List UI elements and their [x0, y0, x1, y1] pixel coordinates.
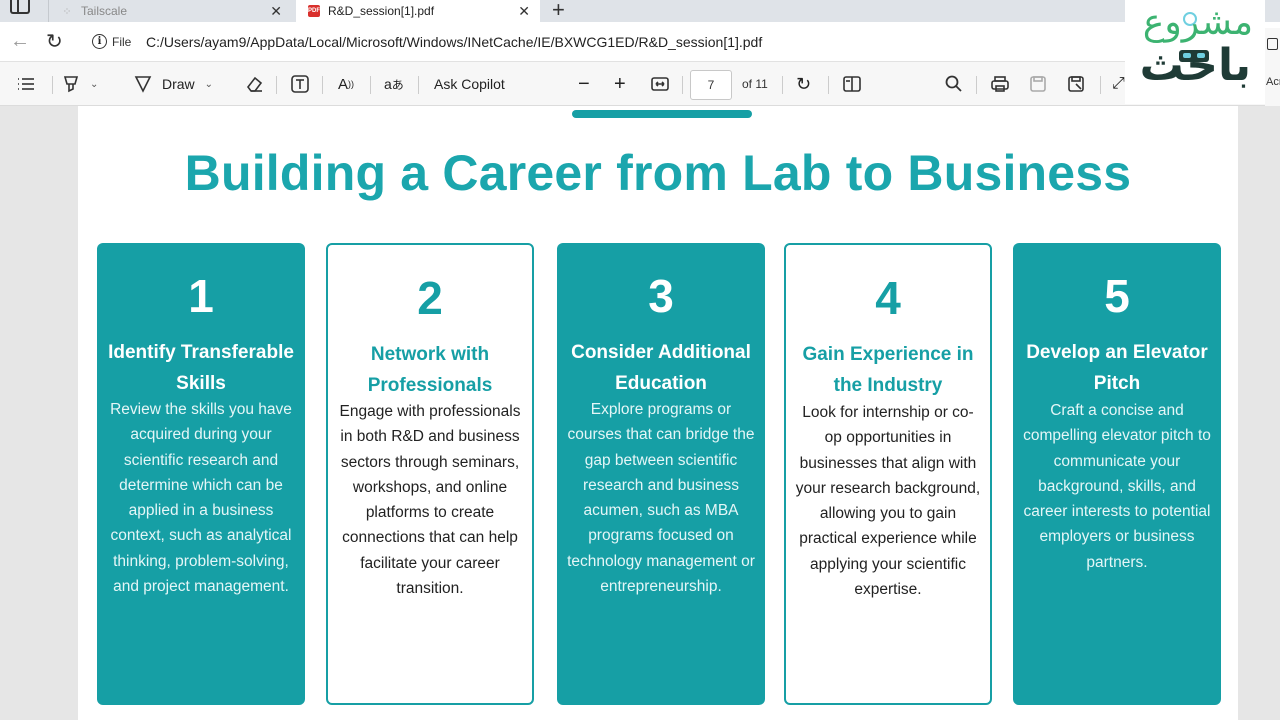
tab-strip: ⁘ Tailscale ✕ PDF R&D_session[1].pdf ✕ + — [0, 0, 1280, 22]
step-title: Develop an Elevator Pitch — [1026, 342, 1208, 394]
step-body: Explore programs or courses that can bri… — [567, 401, 755, 596]
toolbar-divider — [370, 76, 371, 94]
tab-pdf[interactable]: PDF R&D_session[1].pdf ✕ — [296, 0, 540, 22]
draw-icon — [134, 76, 152, 93]
zoom-out-icon[interactable]: − — [578, 72, 590, 96]
toolbar-divider — [276, 76, 277, 94]
highlight-button[interactable]: ⌄ — [62, 72, 98, 96]
step-number: 4 — [875, 272, 901, 324]
step-card-3: 3 Consider Additional Education Explore … — [557, 243, 765, 705]
save-as-icon[interactable] — [1066, 72, 1086, 96]
contents-icon[interactable] — [16, 72, 36, 96]
toolbar-divider — [52, 76, 53, 94]
step-title: Network with Professionals — [367, 344, 493, 396]
tailscale-favicon-icon: ⁘ — [62, 5, 72, 18]
goggles-icon — [1179, 50, 1209, 62]
close-tab-icon[interactable]: ✕ — [270, 3, 282, 20]
step-card-2: 2 Network with Professionals Engage with… — [326, 243, 534, 705]
translate-icon[interactable]: aあ — [384, 72, 404, 96]
toolbar-divider — [1100, 76, 1101, 94]
close-tab-icon[interactable]: ✕ — [518, 3, 530, 20]
step-number: 1 — [188, 270, 214, 322]
url-field[interactable]: C:/Users/ayam9/AppData/Local/Microsoft/W… — [146, 34, 762, 50]
step-body: Look for internship or co-op opportuniti… — [795, 404, 981, 599]
logo-line-1: مشروع — [1142, 2, 1253, 43]
channel-logo: مشروع باحث — [1125, 0, 1265, 104]
pdf-page: Building a Career from Lab to Business 1… — [78, 106, 1238, 720]
chevron-down-icon: ⌄ — [90, 78, 99, 90]
step-title: Identify Transferable Skills — [108, 342, 294, 394]
page-count-label: of 11 — [742, 77, 768, 91]
toolbar-divider — [682, 76, 683, 94]
page-number-input[interactable]: 7 — [690, 70, 732, 100]
page-icon — [1267, 38, 1278, 50]
step-body: Review the skills you have acquired duri… — [110, 401, 292, 596]
pdf-toolbar: ⌄ Draw ⌄ A)) aあ Ask Copilot − + 7 of 11 … — [0, 62, 1280, 106]
step-title: Gain Experience in the Industry — [802, 344, 974, 396]
step-body: Craft a concise and compelling elevator … — [1023, 402, 1211, 571]
slide-accent-bar — [572, 110, 752, 118]
step-number: 2 — [417, 272, 443, 324]
expand-icon[interactable]: ⤢ — [1112, 72, 1125, 96]
fit-width-icon[interactable] — [650, 72, 670, 96]
step-card-4: 4 Gain Experience in the Industry Look f… — [784, 243, 992, 705]
back-icon[interactable]: ← — [10, 30, 30, 53]
draw-label: Draw — [162, 76, 195, 92]
pdf-favicon-icon: PDF — [308, 5, 320, 17]
toolbar-divider — [828, 76, 829, 94]
step-card-5: 5 Develop an Elevator Pitch Craft a conc… — [1013, 243, 1221, 705]
address-bar: ← ↻ i File C:/Users/ayam9/AppData/Local/… — [0, 22, 1280, 62]
new-tab-icon[interactable]: + — [552, 0, 565, 23]
highlighter-icon — [63, 76, 79, 93]
rotate-icon[interactable]: ↻ — [796, 72, 811, 96]
read-aloud-icon[interactable]: A)) — [338, 72, 354, 96]
toolbar-divider — [976, 76, 977, 94]
eraser-icon[interactable] — [244, 72, 264, 96]
toolbar-divider — [322, 76, 323, 94]
ask-copilot-button[interactable]: Ask Copilot — [434, 72, 505, 96]
step-title: Consider Additional Education — [571, 342, 751, 394]
step-card-1: 1 Identify Transferable Skills Review th… — [97, 243, 305, 705]
zoom-in-icon[interactable]: + — [614, 72, 626, 96]
toolbar-edge: Acr — [1265, 28, 1280, 106]
slide-title: Building a Career from Lab to Business — [184, 145, 1132, 201]
scheme-label: File — [112, 35, 132, 49]
toolbar-divider — [782, 76, 783, 94]
tab-title: R&D_session[1].pdf — [328, 4, 435, 18]
chevron-down-icon: ⌄ — [204, 78, 214, 90]
print-icon[interactable] — [990, 72, 1010, 96]
draw-button[interactable]: Draw ⌄ — [134, 72, 213, 96]
text-box-icon[interactable] — [290, 72, 310, 96]
step-number: 5 — [1104, 270, 1130, 322]
tab-title: Tailscale — [81, 4, 128, 18]
edge-label: Acr — [1266, 76, 1280, 88]
info-icon[interactable]: i — [92, 34, 107, 49]
step-number: 3 — [648, 270, 674, 322]
page-view-icon[interactable] — [842, 72, 862, 96]
tab-tailscale[interactable]: ⁘ Tailscale ✕ — [48, 0, 292, 22]
toolbar-divider — [418, 76, 419, 94]
search-icon[interactable] — [944, 72, 964, 96]
sidebar-toggle-icon[interactable] — [10, 0, 30, 14]
document-area[interactable]: Building a Career from Lab to Business 1… — [0, 106, 1280, 720]
step-body: Engage with professionals in both R&D an… — [339, 403, 521, 598]
save-icon[interactable] — [1028, 72, 1048, 96]
reload-icon[interactable]: ↻ — [46, 29, 63, 54]
